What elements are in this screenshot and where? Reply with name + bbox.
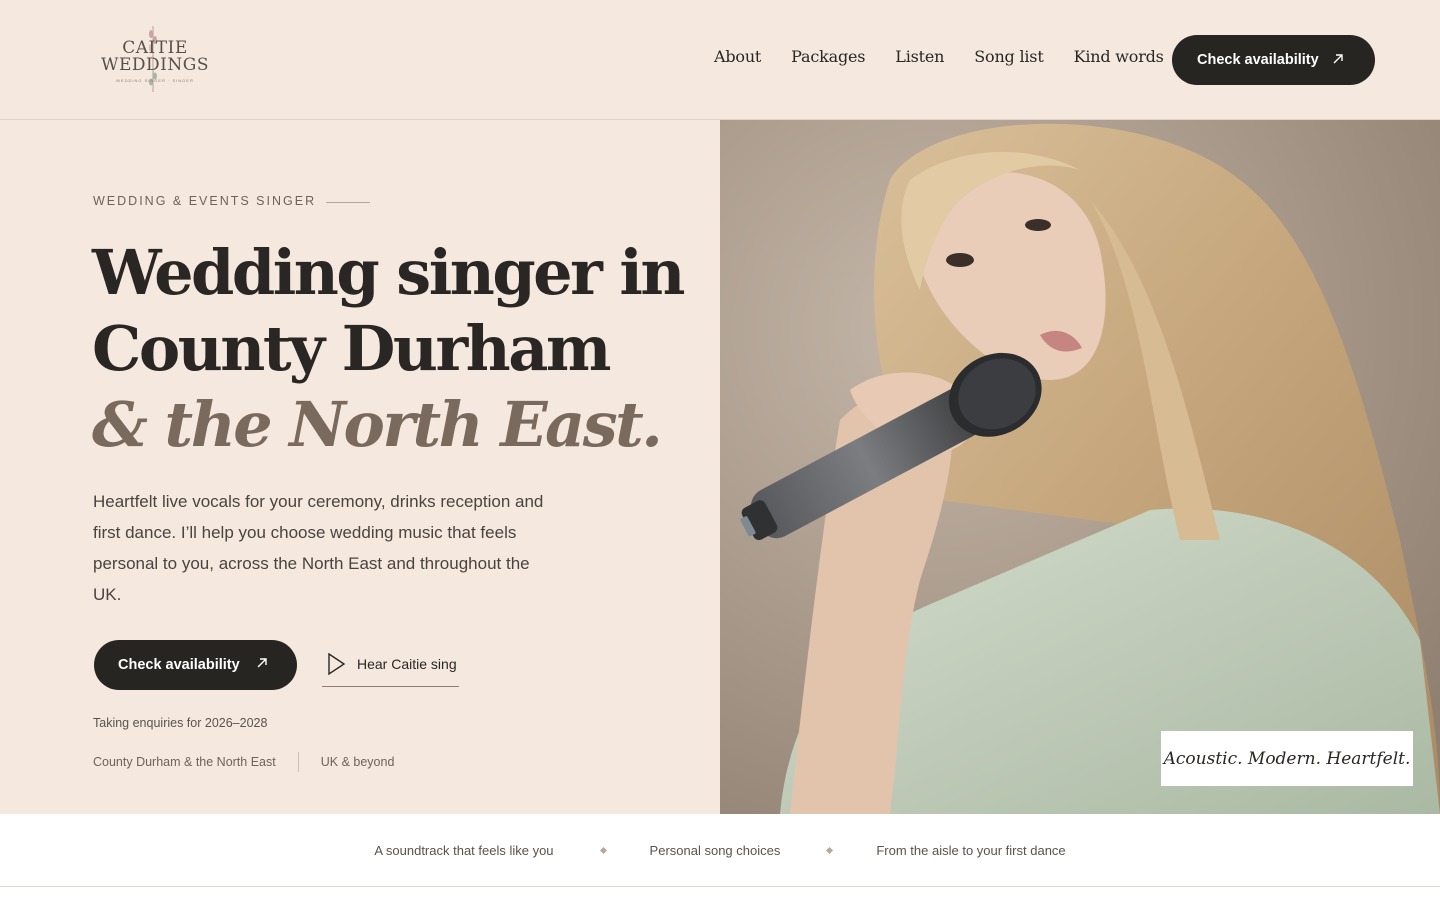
arrow-up-right-icon <box>1333 54 1343 64</box>
headline-line-1: Wedding singer in <box>92 236 686 309</box>
logo[interactable]: CAITIE WEDDINGS WEDDING SINGER · SINGER <box>100 22 210 98</box>
location-uk: UK & beyond <box>320 755 395 769</box>
header-cta-label: Check availability <box>1197 52 1319 68</box>
singer-photo-illustration <box>720 120 1440 814</box>
hear-caitie-sing-link[interactable]: Hear Caitie sing <box>322 648 459 687</box>
arrow-up-right-icon <box>257 658 267 668</box>
nav-item-packages[interactable]: Packages <box>791 47 865 66</box>
diamond-icon <box>826 846 834 854</box>
photo-caption-card: Acoustic. Modern. Heartfelt. <box>1161 731 1413 786</box>
nav-item-kind-words[interactable]: Kind words <box>1074 47 1164 66</box>
main-nav: About Packages Listen Song list Kind wor… <box>714 47 1164 66</box>
logo-tagline: WEDDING SINGER · SINGER <box>116 78 194 83</box>
header-check-availability-button[interactable]: Check availability <box>1172 35 1375 85</box>
next-section <box>0 887 1440 900</box>
play-icon <box>328 652 346 676</box>
locations-row: County Durham & the North East UK & beyo… <box>93 752 394 772</box>
strip-item-soundtrack: A soundtrack that feels like you <box>374 842 554 858</box>
features-strip: A soundtrack that feels like you Persona… <box>0 814 1440 887</box>
listen-label: Hear Caitie sing <box>357 656 457 672</box>
hero-check-availability-button[interactable]: Check availability <box>94 640 297 690</box>
headline-line-2: County Durham <box>92 312 611 385</box>
nav-item-about[interactable]: About <box>714 47 761 66</box>
headline-line-3: & the North East. <box>92 388 663 461</box>
strip-item-song-choices: Personal song choices <box>649 842 781 858</box>
site-header: CAITIE WEDDINGS WEDDING SINGER · SINGER … <box>0 0 1440 120</box>
logo-wordmark-bottom: WEDDINGS <box>101 55 209 75</box>
hero-photo <box>720 120 1440 814</box>
hero-lede: Heartfelt live vocals for your ceremony,… <box>93 492 544 604</box>
location-north-east: County Durham & the North East <box>93 755 276 769</box>
strip-item-aisle: From the aisle to your first dance <box>876 842 1066 858</box>
diamond-icon <box>599 846 607 854</box>
location-divider <box>297 752 299 772</box>
nav-item-song-list[interactable]: Song list <box>974 47 1044 66</box>
hero-eyebrow: WEDDING & EVENTS SINGER <box>93 194 317 208</box>
enquiry-note: Taking enquiries for 2026–2028 <box>93 716 268 730</box>
nav-item-listen[interactable]: Listen <box>895 47 944 66</box>
eyebrow-divider <box>326 202 370 203</box>
hero-cta-label: Check availability <box>118 657 240 673</box>
